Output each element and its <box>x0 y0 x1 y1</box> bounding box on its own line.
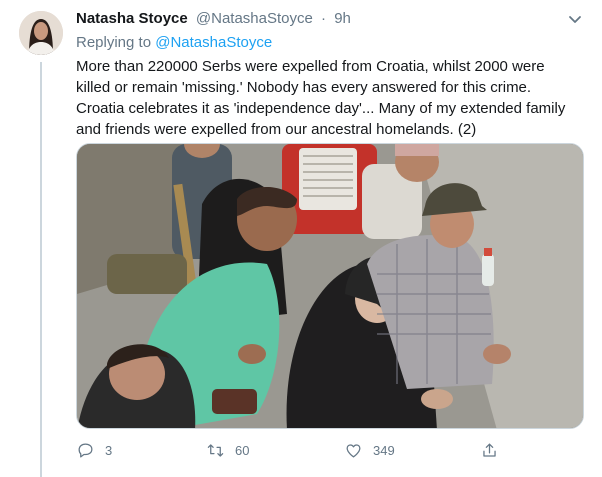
like-count: 349 <box>373 442 395 458</box>
replying-to: Replying to @NatashaStoyce <box>76 34 272 51</box>
replying-to-label: Replying to <box>76 34 152 51</box>
retweet-count: 60 <box>235 442 250 458</box>
photo-image <box>77 144 583 428</box>
timestamp[interactable]: 9h <box>334 10 351 27</box>
display-name[interactable]: Natasha Stoyce <box>76 10 188 27</box>
like-button[interactable]: 349 <box>344 436 395 464</box>
avatar[interactable] <box>19 11 63 55</box>
replying-to-link[interactable]: @NatashaStoyce <box>155 34 272 51</box>
share-icon <box>483 443 496 457</box>
reply-icon <box>78 443 93 457</box>
tweet-text: More than 220000 Serbs were expelled fro… <box>76 58 566 138</box>
thread-line <box>40 62 42 477</box>
tweet-header: Natasha Stoyce @NatashaStoyce · 9h <box>76 10 576 32</box>
retweet-icon <box>207 443 224 457</box>
heart-icon <box>346 443 361 457</box>
user-handle[interactable]: @NatashaStoyce <box>196 10 313 27</box>
tweet-photo[interactable] <box>76 143 584 429</box>
separator-dot: · <box>321 10 327 27</box>
reply-button[interactable]: 3 <box>76 436 112 464</box>
tweet: Natasha Stoyce @NatashaStoyce · 9h Reply… <box>0 0 602 477</box>
avatar-image <box>19 11 63 55</box>
tweet-actions: 3 60 349 <box>76 436 506 464</box>
share-button[interactable] <box>480 436 509 464</box>
chevron-down-icon[interactable] <box>566 10 584 28</box>
reply-count: 3 <box>105 442 113 458</box>
retweet-button[interactable]: 60 <box>206 436 249 464</box>
